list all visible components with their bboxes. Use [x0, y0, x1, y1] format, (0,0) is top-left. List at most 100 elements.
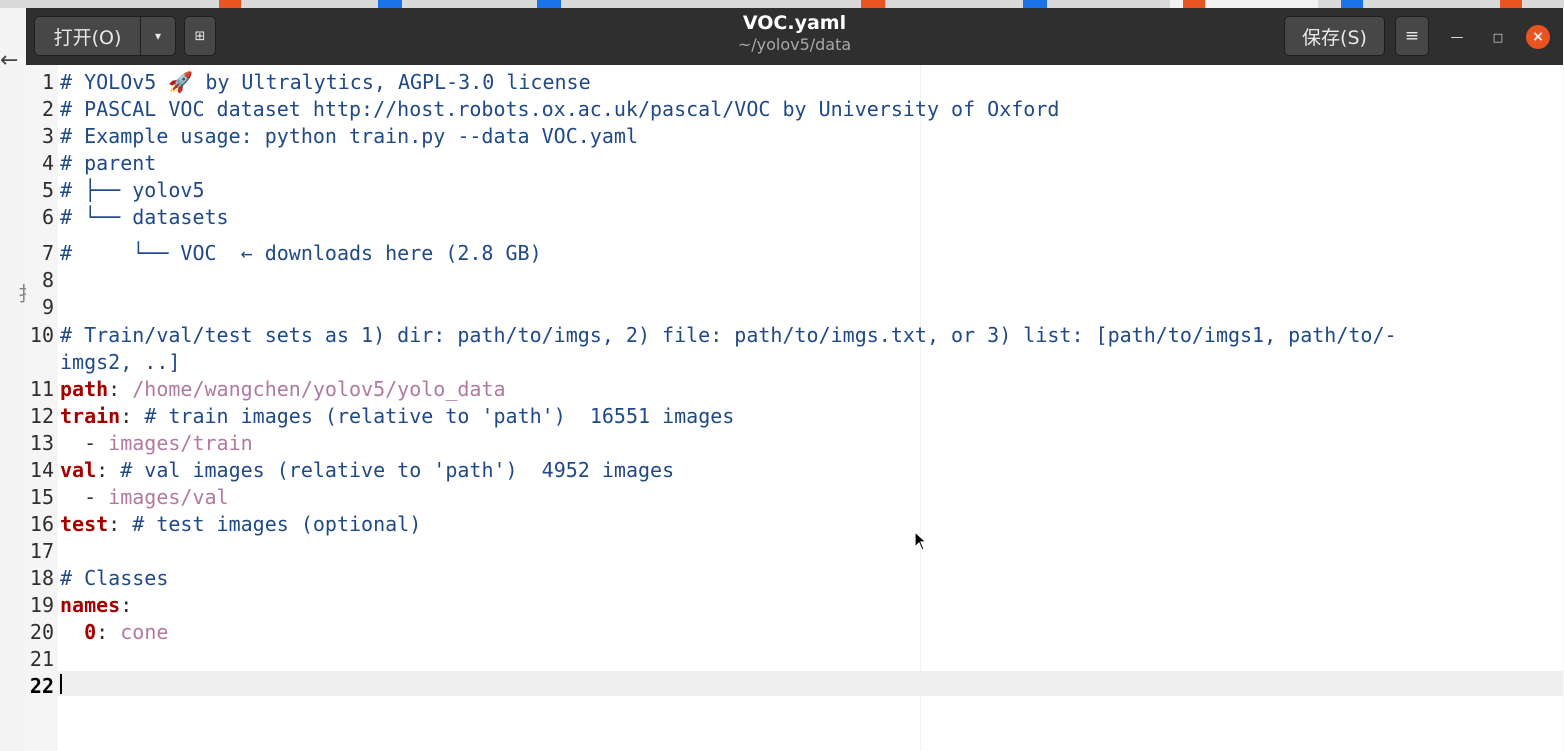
code-text: # PASCAL VOC dataset http://host.robots.…: [60, 96, 1059, 123]
value-token: images/train: [108, 431, 253, 455]
maximize-button[interactable]: □: [1486, 25, 1510, 49]
comment-token: # Train/val/test sets as 1) dir: path/to…: [60, 323, 1397, 347]
line-number: 11: [29, 377, 54, 401]
line-number: 4: [41, 151, 54, 175]
background-tab-favicon: [861, 0, 885, 8]
background-tab-favicon: [1023, 0, 1047, 8]
line-number: 8: [41, 268, 54, 292]
background-browser-tabs: [0, 0, 1564, 8]
comment-token: # Example usage: python train.py --data …: [60, 124, 638, 148]
code-text: - images/val: [60, 484, 229, 511]
line-number: 9: [41, 295, 54, 319]
code-text: # Classes: [60, 565, 168, 592]
key-token: train: [60, 404, 121, 428]
line-number: 14: [29, 458, 54, 482]
comment-token: # └── VOC ← downloads here (2.8 GB): [60, 241, 542, 265]
line-number: 15: [29, 485, 54, 509]
new-tab-icon: ⊞: [194, 28, 206, 44]
line-number: 19: [29, 593, 54, 617]
line-number: 12: [29, 404, 54, 428]
line-number: 13: [29, 431, 54, 455]
code-text: # ├── yolov5: [60, 177, 205, 204]
code-text: # Example usage: python train.py --data …: [60, 123, 638, 150]
background-tab-favicon: [1183, 0, 1205, 8]
key-token: names: [60, 593, 121, 617]
code-text: path: /home/wangchen/yolov5/yolo_data: [60, 376, 506, 403]
background-tab-favicon: [537, 0, 561, 8]
close-icon: ×: [1532, 29, 1544, 45]
background-browser-page: ← 扌: [0, 8, 38, 751]
plain-token: :: [96, 620, 121, 644]
text-view[interactable]: 1 # YOLOv5 🚀 by Ultralytics, AGPL-3.0 lic…: [26, 65, 1563, 751]
background-tab-favicon: [1500, 0, 1522, 8]
code-text: # parent: [60, 150, 156, 177]
value-token: cone: [120, 620, 169, 644]
key-token: val: [60, 458, 97, 482]
minimize-button[interactable]: —: [1445, 25, 1469, 49]
line-number: 1: [41, 70, 54, 94]
line-number: 3: [41, 124, 54, 148]
comment-token: # parent: [60, 151, 157, 175]
plain-token: :: [108, 377, 133, 401]
current-line-highlight: [58, 671, 1563, 696]
plain-token: :: [96, 458, 121, 482]
key-token: test: [60, 512, 109, 536]
value-token: /home/wangchen/yolov5/yolo_data: [132, 377, 506, 401]
comment-token: # PASCAL VOC dataset http://host.robots.…: [60, 97, 1060, 121]
line-number: 6: [41, 205, 54, 229]
line-number: 16: [29, 512, 54, 536]
code-text: test: # test images (optional): [60, 511, 421, 538]
code-text: names:: [60, 592, 132, 619]
minimize-icon: —: [1450, 29, 1464, 45]
code-text: 0: cone: [60, 619, 168, 646]
key-token: path: [60, 377, 109, 401]
right-margin-line: [920, 65, 921, 751]
background-tab-favicon: [1341, 0, 1363, 8]
comment-token: # train images (relative to 'path') 1655…: [144, 404, 735, 428]
line-number: 18: [29, 566, 54, 590]
line-number: 17: [29, 539, 54, 563]
open-button-group: 打开(O) ▾: [34, 16, 176, 56]
plain-token: :: [108, 512, 133, 536]
plain-token: -: [60, 431, 109, 455]
line-number: 21: [29, 647, 54, 671]
line-number: 22: [29, 674, 54, 698]
code-text: # └── datasets: [60, 204, 229, 231]
code-text: # Train/val/test sets as 1) dir: path/to…: [60, 322, 1397, 349]
value-token: images/val: [108, 485, 229, 509]
text-cursor: [60, 674, 62, 694]
mouse-pointer-icon: [914, 531, 928, 551]
document-path: ~/yolov5/data: [737, 35, 852, 54]
back-arrow-icon[interactable]: ←: [0, 48, 18, 73]
code-text: imgs2, ..]: [60, 349, 180, 376]
line-number: 10: [29, 323, 54, 347]
code-text: val: # val images (relative to 'path') 4…: [60, 457, 674, 484]
hamburger-menu-button[interactable]: ≡: [1395, 16, 1429, 56]
menu-icon: ≡: [1404, 26, 1420, 46]
plain-token: :: [120, 593, 133, 617]
new-document-button[interactable]: ⊞: [184, 16, 216, 56]
key-token: 0: [84, 620, 97, 644]
comment-token: # YOLOv5 🚀 by Ultralytics, AGPL-3.0 lice…: [60, 70, 591, 94]
title-block: VOC.yaml ~/yolov5/data: [626, 11, 963, 55]
code-text: # YOLOv5 🚀 by Ultralytics, AGPL-3.0 lice…: [60, 69, 591, 96]
line-number: 2: [41, 97, 54, 121]
document-title: VOC.yaml: [742, 12, 847, 34]
save-button[interactable]: 保存(S): [1284, 16, 1385, 56]
comment-token: # └── datasets: [60, 205, 229, 229]
line-number: 7: [41, 241, 54, 265]
plain-token: -: [60, 485, 109, 509]
code-text: # └── VOC ← downloads here (2.8 GB): [60, 240, 542, 267]
close-button[interactable]: ×: [1526, 25, 1550, 49]
open-button[interactable]: 打开(O): [34, 16, 141, 56]
comment-token: # test images (optional): [132, 512, 422, 536]
code-text: train: # train images (relative to 'path…: [60, 403, 734, 430]
line-number: 20: [29, 620, 54, 644]
header-bar: 打开(O) ▾ ⊞ VOC.yaml ~/yolov5/data 保存(S) ≡…: [26, 8, 1563, 65]
comment-token: # val images (relative to 'path') 4952 i…: [120, 458, 675, 482]
background-tab-favicon: [378, 0, 402, 8]
background-tab-favicon: [219, 0, 241, 8]
code-text: - images/train: [60, 430, 253, 457]
open-dropdown-button[interactable]: ▾: [140, 16, 176, 56]
